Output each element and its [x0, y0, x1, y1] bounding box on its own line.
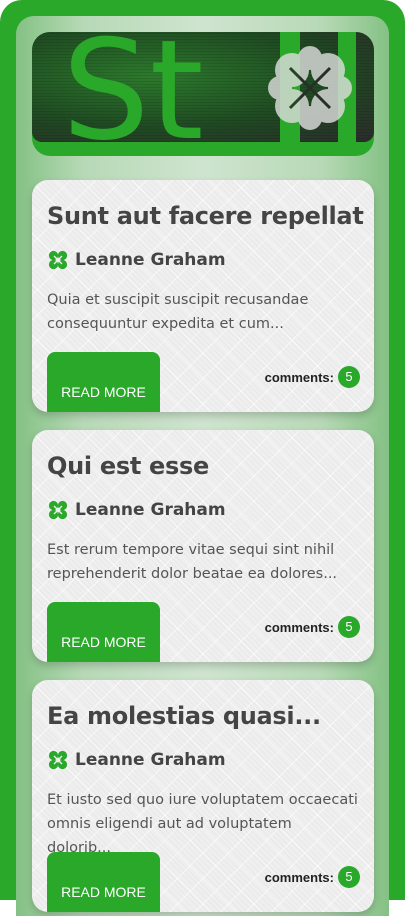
clover-icon — [48, 500, 68, 520]
comments-info: comments: 5 — [265, 616, 360, 638]
banner-letters: St — [62, 32, 204, 142]
post-card: Ea molestias quasi... Leanne Graham Et i… — [32, 680, 374, 912]
post-author: Leanne Graham — [47, 748, 226, 772]
author-name[interactable]: Leanne Graham — [75, 750, 226, 770]
post-title: Ea molestias quasi... — [47, 702, 321, 730]
post-title: Qui est esse — [47, 452, 209, 480]
clover-icon — [48, 750, 68, 770]
app-container: St Sunt aut facere repellat... Leanne Gr… — [16, 16, 389, 916]
post-author: Leanne Graham — [47, 248, 226, 272]
comments-info: comments: 5 — [265, 366, 360, 388]
comments-count-badge: 5 — [338, 616, 360, 638]
comments-count-badge: 5 — [338, 866, 360, 888]
header-banner: St — [32, 32, 374, 142]
comments-count-badge: 5 — [338, 366, 360, 388]
author-name[interactable]: Leanne Graham — [75, 500, 226, 520]
read-more-button[interactable]: READ MORE — [47, 852, 160, 912]
clover-icon — [48, 250, 68, 270]
comments-label: comments: — [264, 369, 334, 385]
read-more-button[interactable]: READ MORE — [47, 602, 160, 662]
comments-label: comments: — [264, 869, 334, 885]
post-excerpt: Quia et suscipit suscipit recusandae con… — [47, 292, 309, 332]
banner-logo: St — [62, 32, 356, 142]
comments-info: comments: 5 — [265, 866, 360, 888]
read-more-button[interactable]: READ MORE — [47, 352, 160, 412]
author-name[interactable]: Leanne Graham — [75, 250, 226, 270]
comments-label: comments: — [264, 619, 334, 635]
post-excerpt: Et iusto sed quo iure voluptatem occaeca… — [47, 792, 358, 856]
post-author: Leanne Graham — [47, 498, 226, 522]
banner-clover-icon — [268, 46, 352, 130]
post-card: Sunt aut facere repellat... Leanne Graha… — [32, 180, 374, 412]
post-excerpt: Est rerum tempore vitae sequi sint nihil… — [47, 542, 338, 582]
post-title: Sunt aut facere repellat... — [47, 202, 365, 230]
post-card: Qui est esse Leanne Graham Est rerum tem… — [32, 430, 374, 662]
header: St — [32, 32, 374, 156]
